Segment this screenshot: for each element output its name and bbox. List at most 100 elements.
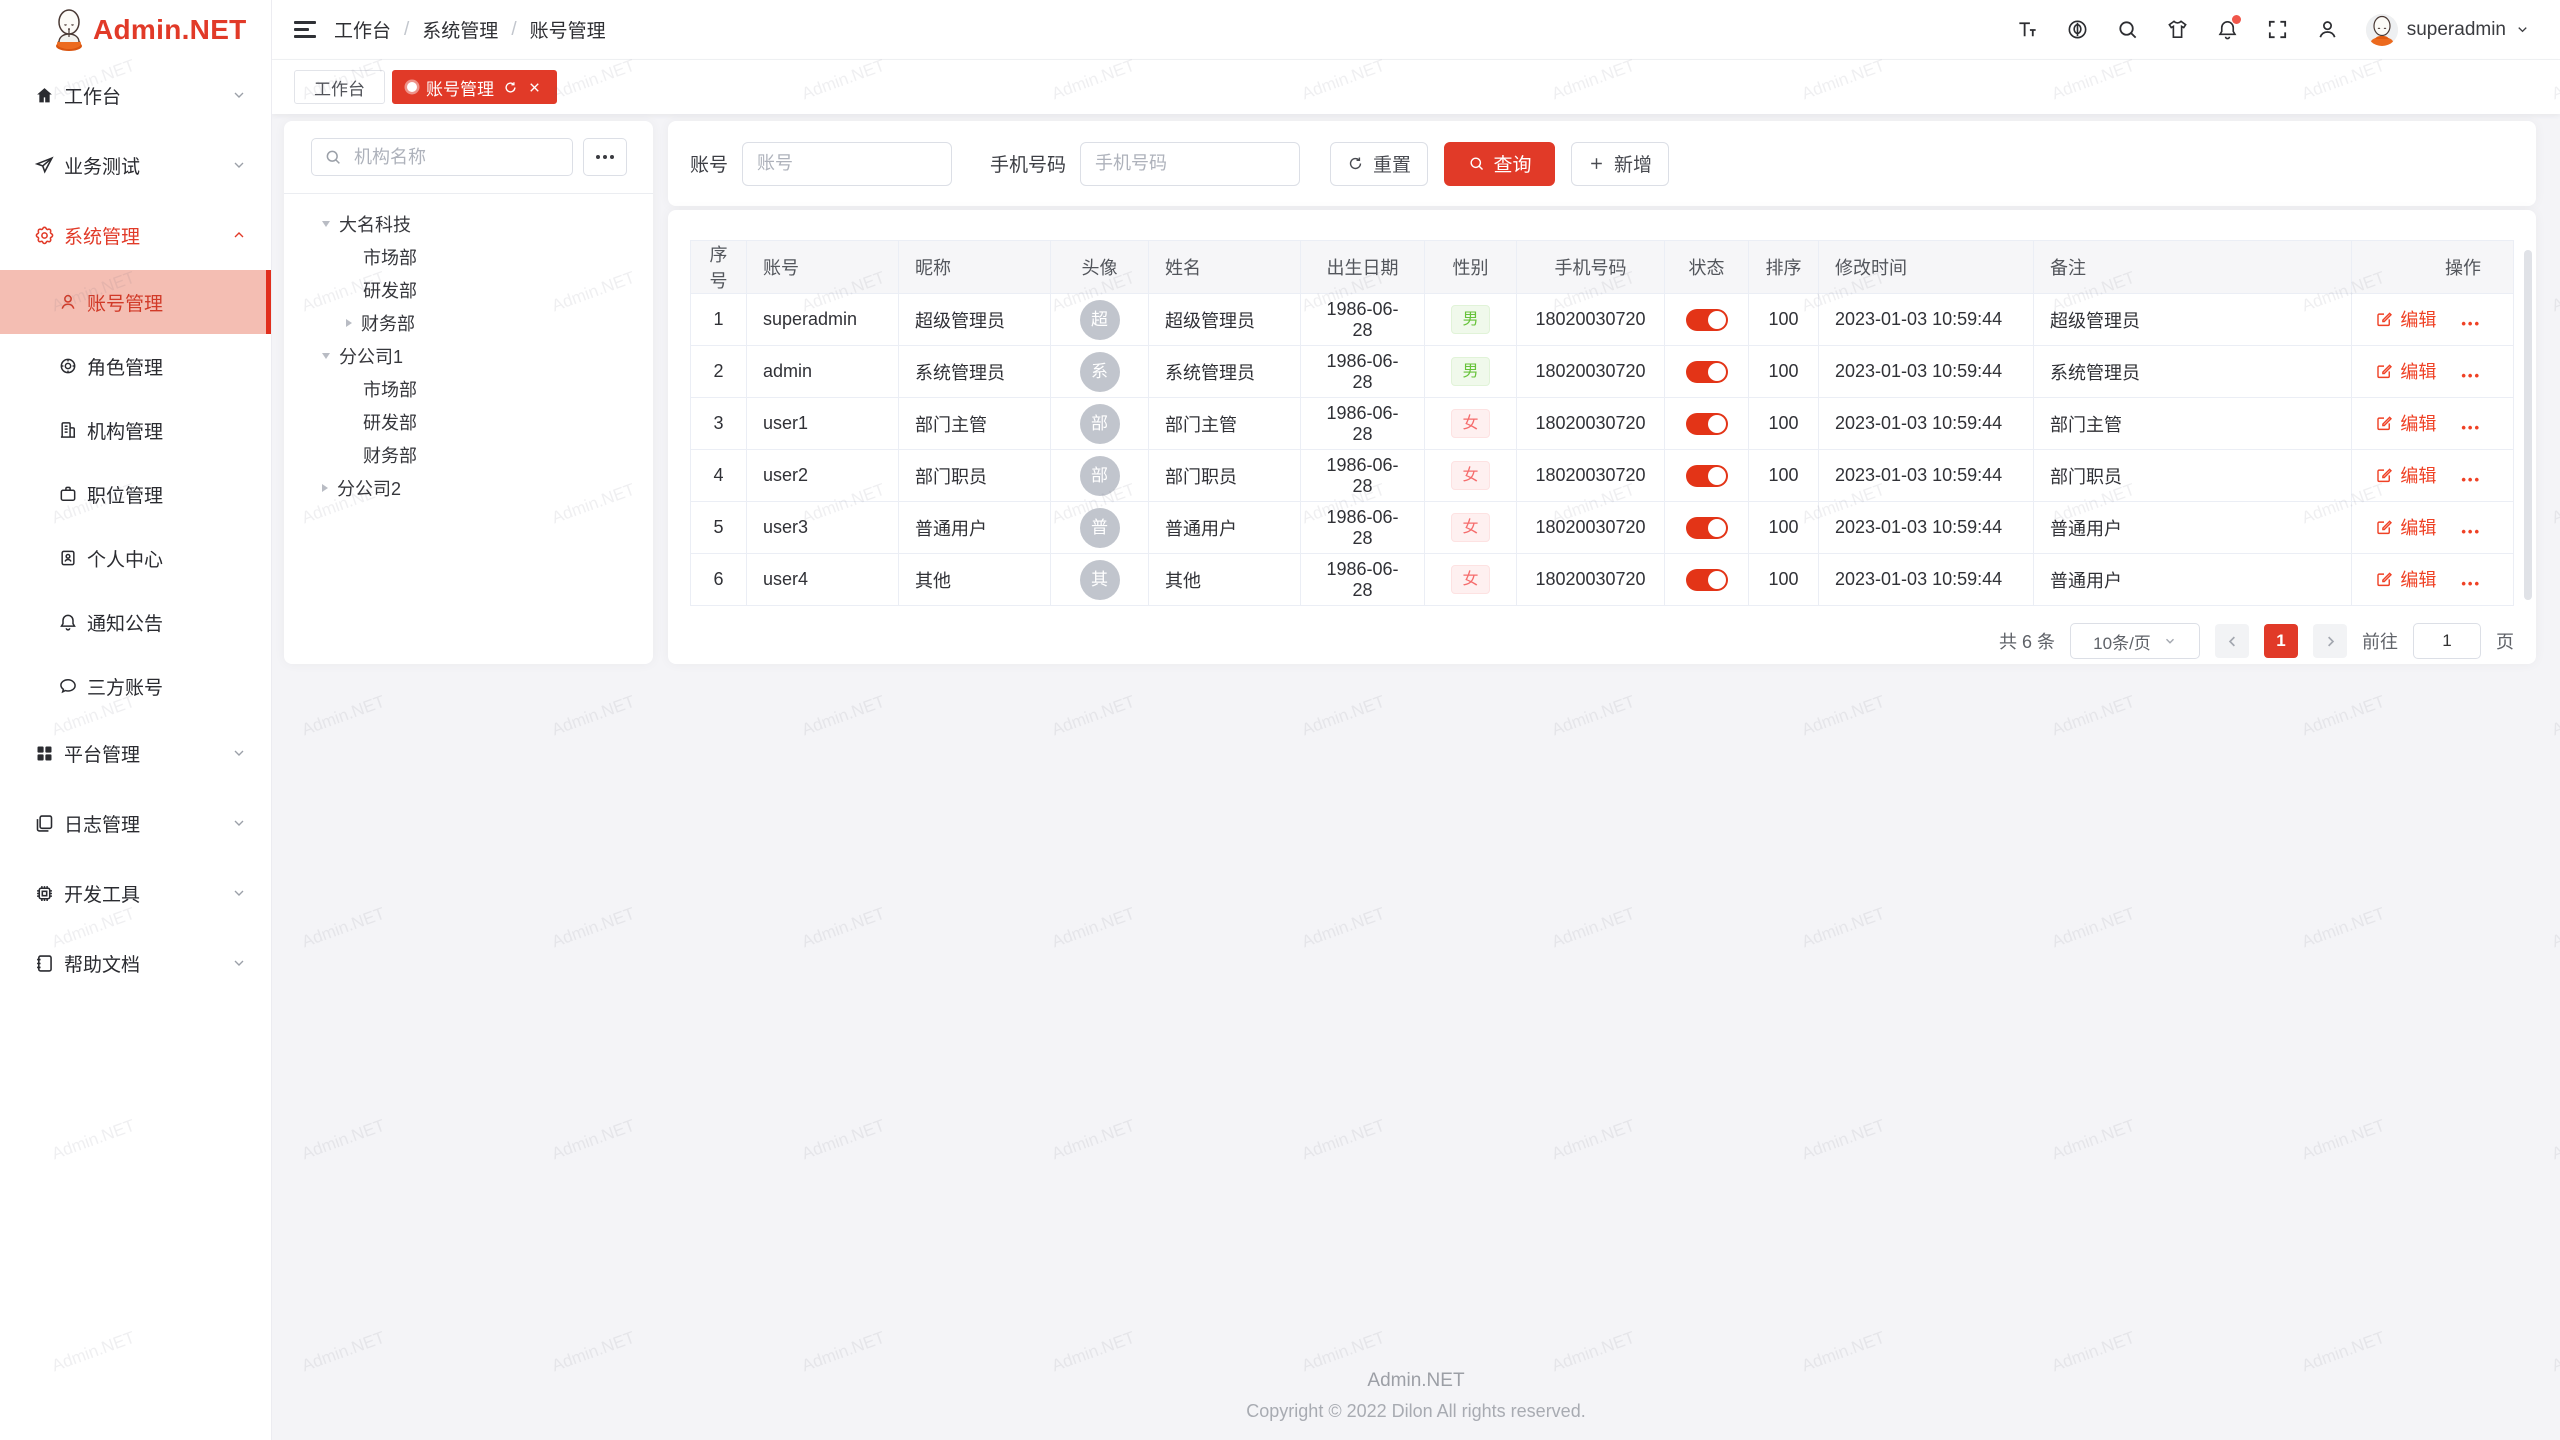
status-toggle[interactable] (1686, 517, 1728, 539)
scrollbar-thumb[interactable] (2524, 250, 2532, 600)
caret-collapsed-icon[interactable] (346, 319, 352, 327)
tab-account-management[interactable]: 账号管理 (392, 70, 557, 104)
tree-node[interactable]: 大名科技 (284, 207, 653, 240)
query-button[interactable]: 查询 (1444, 142, 1555, 186)
close-icon[interactable] (527, 80, 542, 95)
menu-collapse-icon[interactable] (294, 17, 316, 43)
table-row[interactable]: 1 superadmin 超级管理员 超 超级管理员 1986-06-28 男 … (691, 294, 2514, 346)
sidebar-item-role-management[interactable]: 角色管理 (0, 334, 271, 398)
user-menu[interactable]: superadmin (2366, 14, 2530, 46)
tab-workbench[interactable]: 工作台 (294, 70, 385, 104)
col-account: 账号 (747, 241, 899, 294)
page-size-select[interactable]: 10条/页 (2070, 623, 2200, 659)
cell-account: admin (747, 346, 899, 398)
more-actions-button[interactable]: ••• (2461, 576, 2481, 591)
search-icon[interactable] (2116, 18, 2139, 41)
prev-page-button[interactable] (2215, 624, 2249, 658)
sidebar-item-position-management[interactable]: 职位管理 (0, 462, 271, 526)
sex-tag: 女 (1451, 513, 1489, 542)
fullscreen-icon[interactable] (2266, 18, 2289, 41)
cell-status (1665, 346, 1749, 398)
refresh-icon[interactable] (503, 80, 518, 95)
edit-button[interactable]: 编辑 (2375, 566, 2436, 592)
sidebar-item-third-party-account[interactable]: 三方账号 (0, 654, 271, 718)
col-nickname: 昵称 (899, 241, 1051, 294)
edit-button[interactable]: 编辑 (2375, 462, 2436, 488)
breadcrumb-item[interactable]: 系统管理 (422, 16, 498, 43)
theme-icon[interactable] (2166, 18, 2189, 41)
sidebar-item-log-management[interactable]: 日志管理 (0, 788, 271, 858)
next-page-button[interactable] (2313, 624, 2347, 658)
role-icon (58, 356, 78, 376)
org-search-input[interactable] (311, 138, 573, 176)
caret-collapsed-icon[interactable] (322, 484, 328, 492)
notification-bell-icon[interactable] (2216, 18, 2239, 41)
tree-node[interactable]: 研发部 (284, 405, 653, 438)
table-row[interactable]: 3 user1 部门主管 部 部门主管 1986-06-28 女 1802003… (691, 398, 2514, 450)
reset-button[interactable]: 重置 (1330, 142, 1428, 186)
sidebar-item-personal-center[interactable]: 个人中心 (0, 526, 271, 590)
sidebar-item-business-test[interactable]: 业务测试 (0, 130, 271, 200)
sidebar-item-account-management[interactable]: 账号管理 (0, 270, 271, 334)
phone-input[interactable] (1080, 142, 1300, 186)
cell-gender: 女 (1425, 398, 1517, 450)
more-actions-button[interactable]: ••• (2461, 368, 2481, 383)
sidebar-item-help-docs[interactable]: 帮助文档 (0, 928, 271, 998)
sidebar-item-workbench[interactable]: 工作台 (0, 60, 271, 130)
caret-expanded-icon[interactable] (322, 221, 330, 227)
sidebar-item-platform-management[interactable]: 平台管理 (0, 718, 271, 788)
refresh-icon (1347, 155, 1364, 172)
sex-tag: 男 (1451, 357, 1489, 386)
font-size-icon[interactable] (2016, 18, 2039, 41)
more-actions-button[interactable]: ••• (2461, 524, 2481, 539)
bell-icon (58, 612, 78, 632)
tree-node[interactable]: 财务部 (284, 306, 653, 339)
cell-birthdate: 1986-06-28 (1301, 346, 1425, 398)
status-toggle[interactable] (1686, 413, 1728, 435)
avatar (2366, 14, 2398, 46)
sex-tag: 女 (1451, 409, 1489, 438)
edit-button[interactable]: 编辑 (2375, 514, 2436, 540)
tree-node[interactable]: 分公司1 (284, 339, 653, 372)
username: superadmin (2407, 19, 2506, 41)
tree-node[interactable]: 市场部 (284, 372, 653, 405)
cell-remark: 普通用户 (2034, 502, 2352, 554)
edit-button[interactable]: 编辑 (2375, 306, 2436, 332)
cell-remark: 超级管理员 (2034, 294, 2352, 346)
tree-node[interactable]: 研发部 (284, 273, 653, 306)
tree-node[interactable]: 分公司2 (284, 471, 653, 504)
breadcrumb-item[interactable]: 工作台 (334, 16, 391, 43)
status-toggle[interactable] (1686, 569, 1728, 591)
cell-modified-time: 2023-01-03 10:59:44 (1819, 554, 2034, 606)
more-actions-button[interactable]: ••• (2461, 316, 2481, 331)
table-row[interactable]: 6 user4 其他 其 其他 1986-06-28 女 18020030720… (691, 554, 2514, 606)
status-toggle[interactable] (1686, 465, 1728, 487)
cell-phone: 18020030720 (1517, 502, 1665, 554)
edit-button[interactable]: 编辑 (2375, 358, 2436, 384)
more-actions-button[interactable]: ••• (2461, 472, 2481, 487)
sidebar-item-organization-management[interactable]: 机构管理 (0, 398, 271, 462)
goto-page-input[interactable] (2413, 623, 2481, 659)
cell-name: 部门职员 (1149, 450, 1301, 502)
caret-expanded-icon[interactable] (322, 353, 330, 359)
tree-node[interactable]: 市场部 (284, 240, 653, 273)
account-input[interactable] (742, 142, 952, 186)
user-icon[interactable] (2316, 18, 2339, 41)
page-number-active[interactable]: 1 (2264, 624, 2298, 658)
more-actions-button[interactable]: ••• (2461, 420, 2481, 435)
status-toggle[interactable] (1686, 309, 1728, 331)
language-icon[interactable] (2066, 18, 2089, 41)
logo[interactable]: Admin.NET (0, 0, 271, 60)
status-toggle[interactable] (1686, 361, 1728, 383)
sidebar-item-system-management[interactable]: 系统管理 (0, 200, 271, 270)
sidebar-item-notice-announcement[interactable]: 通知公告 (0, 590, 271, 654)
sidebar-item-dev-tools[interactable]: 开发工具 (0, 858, 271, 928)
cell-avatar: 部 (1051, 398, 1149, 450)
table-row[interactable]: 4 user2 部门职员 部 部门职员 1986-06-28 女 1802003… (691, 450, 2514, 502)
tree-node[interactable]: 财务部 (284, 438, 653, 471)
add-button[interactable]: 新增 (1571, 142, 1669, 186)
tree-more-button[interactable] (583, 138, 627, 176)
table-row[interactable]: 2 admin 系统管理员 系 系统管理员 1986-06-28 男 18020… (691, 346, 2514, 398)
edit-button[interactable]: 编辑 (2375, 410, 2436, 436)
table-row[interactable]: 5 user3 普通用户 普 普通用户 1986-06-28 女 1802003… (691, 502, 2514, 554)
